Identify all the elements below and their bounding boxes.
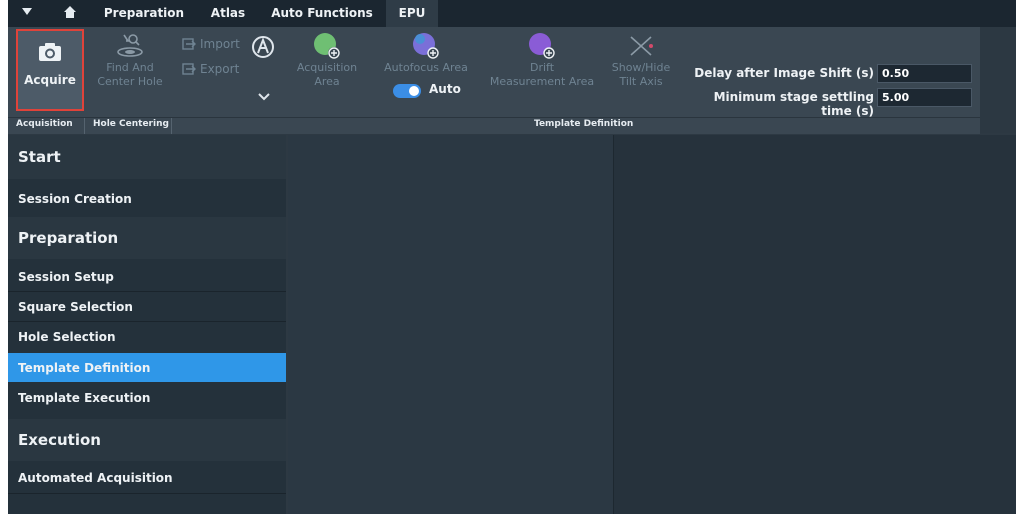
drift-area-icon — [525, 31, 559, 61]
import-icon — [182, 38, 196, 50]
group-acquisition: Acquisition — [16, 119, 73, 129]
ribbon-group-labels: Acquisition Hole Centering Template Defi… — [8, 117, 980, 134]
minimum-stage-settling-label: Minimum stage settling time (s) — [713, 90, 874, 118]
export-icon — [182, 63, 196, 75]
epu-window: Preparation Atlas Auto Functions EPU Acq… — [8, 0, 1016, 514]
nav-header-preparation: Preparation — [8, 217, 286, 259]
nav-divider — [8, 493, 286, 494]
ribbon-tail — [980, 27, 1016, 133]
tab-preparation[interactable]: Preparation — [96, 0, 192, 27]
group-separator — [84, 118, 85, 134]
nav-header-execution: Execution — [8, 419, 286, 461]
find-center-hole-label: Find And Center Hole — [97, 61, 163, 88]
nav-item-template-definition[interactable]: Template Definition — [8, 353, 286, 382]
drift-measurement-area-label: Drift Measurement Area — [489, 61, 595, 88]
find-center-hole-button[interactable]: Find And Center Hole — [90, 31, 170, 89]
find-center-icon — [113, 31, 147, 61]
delay-after-image-shift-label: Delay after Image Shift (s) — [694, 66, 874, 80]
camera-icon — [33, 37, 67, 67]
autofocus-area-button[interactable]: Autofocus Area — [376, 31, 476, 75]
ribbon: Acquire Find And Center Hole Import Expo… — [8, 27, 1016, 118]
drift-measurement-area-button[interactable]: Drift Measurement Area — [482, 31, 602, 89]
chevron-down-icon[interactable] — [257, 87, 271, 101]
nav-item-square-selection[interactable]: Square Selection — [8, 292, 286, 321]
nav-item-hole-selection[interactable]: Hole Selection — [8, 322, 286, 351]
auto-toggle[interactable] — [393, 84, 421, 98]
tilt-axis-icon — [624, 31, 658, 61]
nav-item-automated-acquisition[interactable]: Automated Acquisition — [8, 463, 286, 492]
import-button[interactable]: Import — [182, 37, 240, 51]
nav-item-session-setup[interactable]: Session Setup — [8, 262, 286, 291]
menu-caret-icon[interactable] — [22, 8, 32, 15]
template-detail-panel — [613, 135, 1016, 514]
menu-bar: Preparation Atlas Auto Functions EPU — [8, 0, 1016, 27]
acquire-label: Acquire — [24, 73, 76, 87]
nav-header-start: Start — [8, 135, 286, 179]
minimum-stage-settling-input[interactable]: 5.00 — [877, 88, 972, 107]
acquisition-area-label: Acquisition Area — [296, 61, 358, 88]
tab-atlas[interactable]: Atlas — [202, 0, 254, 27]
workflow-nav: Start Session Creation Preparation Sessi… — [8, 135, 286, 514]
export-label: Export — [200, 62, 240, 76]
show-hide-tilt-axis-button[interactable]: Show/Hide Tilt Axis — [606, 31, 676, 89]
auto-toggle-label: Auto — [429, 82, 461, 96]
template-preview-panel — [288, 135, 613, 514]
acquisition-area-button[interactable]: Acquisition Area — [290, 31, 364, 89]
acquisition-area-icon — [310, 31, 344, 61]
tab-epu[interactable]: EPU — [386, 0, 438, 27]
group-separator — [171, 118, 172, 134]
group-template-definition: Template Definition — [534, 119, 634, 129]
auto-function-icon[interactable] — [249, 33, 277, 61]
nav-item-template-execution[interactable]: Template Execution — [8, 383, 286, 412]
home-icon[interactable] — [63, 5, 77, 19]
autofocus-area-label: Autofocus Area — [384, 61, 468, 74]
acquire-button[interactable]: Acquire — [16, 29, 84, 111]
nav-item-session-creation[interactable]: Session Creation — [8, 182, 286, 215]
export-button[interactable]: Export — [182, 62, 239, 76]
autofocus-area-icon — [409, 31, 443, 61]
tab-auto-functions[interactable]: Auto Functions — [270, 0, 374, 27]
import-label: Import — [200, 37, 240, 51]
show-hide-tilt-axis-label: Show/Hide Tilt Axis — [611, 61, 671, 88]
delay-after-image-shift-input[interactable]: 0.50 — [877, 64, 972, 83]
group-hole-centering: Hole Centering — [93, 119, 169, 129]
